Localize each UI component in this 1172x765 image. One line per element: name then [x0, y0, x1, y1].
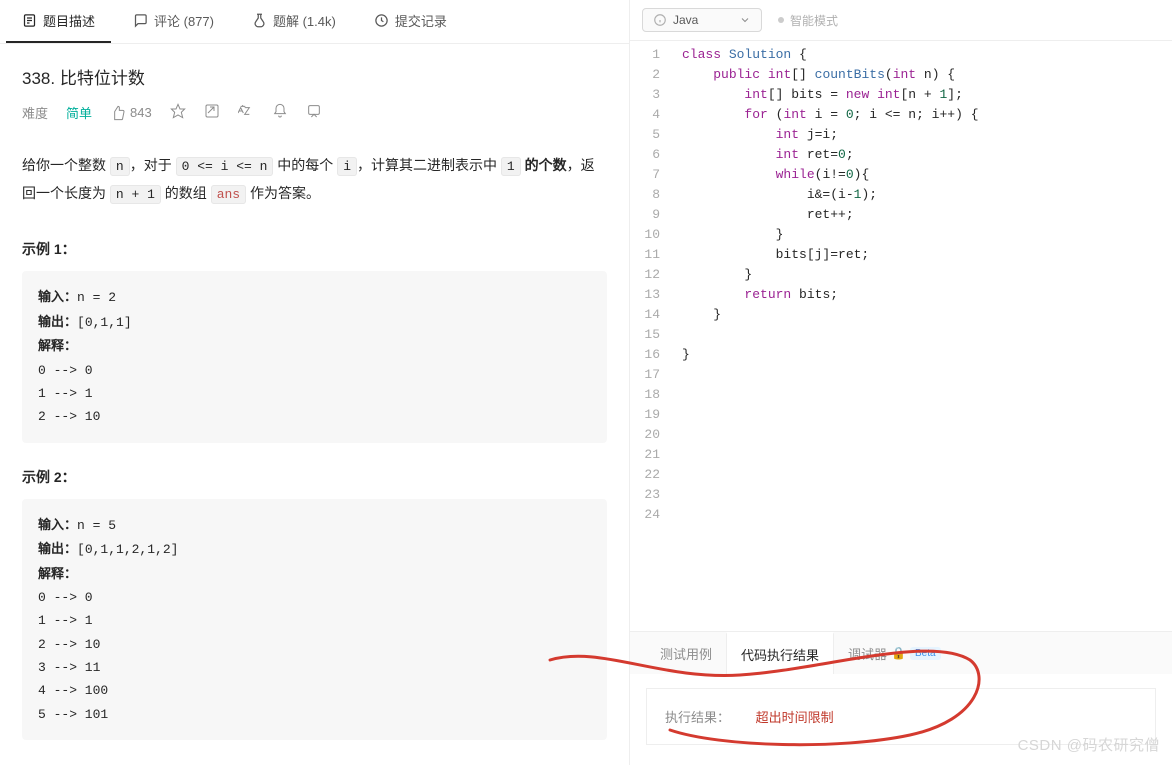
tab-description-label: 题目描述: [43, 11, 95, 30]
example-1-title: 示例 1：: [22, 239, 607, 259]
line-number-gutter: 123456789101112131415161718192021222324: [630, 45, 672, 631]
info-icon: [653, 13, 667, 27]
share-button[interactable]: [204, 103, 220, 122]
code-content[interactable]: class Solution { public int[] countBits(…: [672, 45, 979, 631]
star-button[interactable]: [170, 103, 186, 122]
feedback-icon: [306, 103, 322, 119]
star-icon: [170, 103, 186, 119]
problem-tabs: 题目描述 评论 (877) 题解 (1.4k) 提交记录: [0, 0, 629, 44]
description-icon: [22, 13, 37, 28]
ai-mode-toggle[interactable]: 智能模式: [778, 12, 838, 29]
problem-title-text: 比特位计数: [60, 69, 145, 88]
tab-comments[interactable]: 评论 (877): [117, 0, 230, 43]
like-count: 843: [130, 105, 152, 120]
ai-dot-icon: [778, 17, 784, 23]
example-2-title: 示例 2：: [22, 467, 607, 487]
history-icon: [374, 13, 389, 28]
translate-button[interactable]: [238, 103, 254, 122]
console-tab-result[interactable]: 代码执行结果: [726, 632, 834, 674]
code-editor[interactable]: 123456789101112131415161718192021222324 …: [630, 41, 1172, 631]
language-label: Java: [673, 13, 698, 27]
solutions-icon: [252, 13, 267, 28]
tab-comments-label: 评论 (877): [154, 11, 214, 30]
problem-title: 338. 比特位计数: [22, 64, 607, 89]
problem-description: 给你一个整数 n，对于 0 <= i <= n 中的每个 i，计算其二进制表示中…: [22, 152, 607, 207]
ai-mode-label: 智能模式: [790, 12, 838, 29]
tab-history-label: 提交记录: [395, 11, 447, 30]
tab-solutions-label: 题解 (1.4k): [273, 11, 336, 30]
console-tab-testcase[interactable]: 测试用例: [646, 632, 726, 674]
comments-icon: [133, 13, 148, 28]
bell-icon: [272, 103, 288, 119]
difficulty-label: 难度: [22, 103, 48, 122]
chevron-down-icon: [739, 14, 751, 26]
tab-description[interactable]: 题目描述: [6, 0, 111, 43]
result-box: 执行结果： 超出时间限制: [646, 688, 1156, 745]
lock-icon: 🔒: [891, 646, 906, 660]
like-button[interactable]: 843: [110, 105, 152, 121]
console-panel: 测试用例 代码执行结果 调试器 🔒 Beta 执行结果： 超出时间限制: [630, 631, 1172, 765]
result-label: 执行结果：: [665, 710, 730, 725]
translate-icon: [238, 103, 254, 119]
example-1-box: 输入：n = 2 输出：[0,1,1] 解释： 0 --> 0 1 --> 1 …: [22, 271, 607, 442]
console-tabs: 测试用例 代码执行结果 调试器 🔒 Beta: [630, 632, 1172, 674]
console-tab-debugger[interactable]: 调试器 🔒 Beta: [834, 632, 955, 674]
difficulty-value: 简单: [66, 103, 92, 122]
tab-solutions[interactable]: 题解 (1.4k): [236, 0, 352, 43]
editor-toolbar: Java 智能模式: [630, 0, 1172, 41]
share-icon: [204, 103, 220, 119]
beta-badge: Beta: [910, 647, 941, 660]
problem-content: 338. 比特位计数 难度 简单 843 给你一个整数 n，对于 0 <= i …: [0, 44, 629, 765]
example-2-box: 输入：n = 5 输出：[0,1,1,2,1,2] 解释： 0 --> 0 1 …: [22, 499, 607, 741]
notify-button[interactable]: [272, 103, 288, 122]
thumbs-up-icon: [110, 105, 126, 121]
language-select[interactable]: Java: [642, 8, 762, 32]
result-value: 超出时间限制: [756, 710, 834, 725]
problem-meta: 难度 简单 843: [22, 103, 607, 122]
problem-number: 338.: [22, 69, 55, 88]
feedback-button[interactable]: [306, 103, 322, 122]
tab-history[interactable]: 提交记录: [358, 0, 463, 43]
